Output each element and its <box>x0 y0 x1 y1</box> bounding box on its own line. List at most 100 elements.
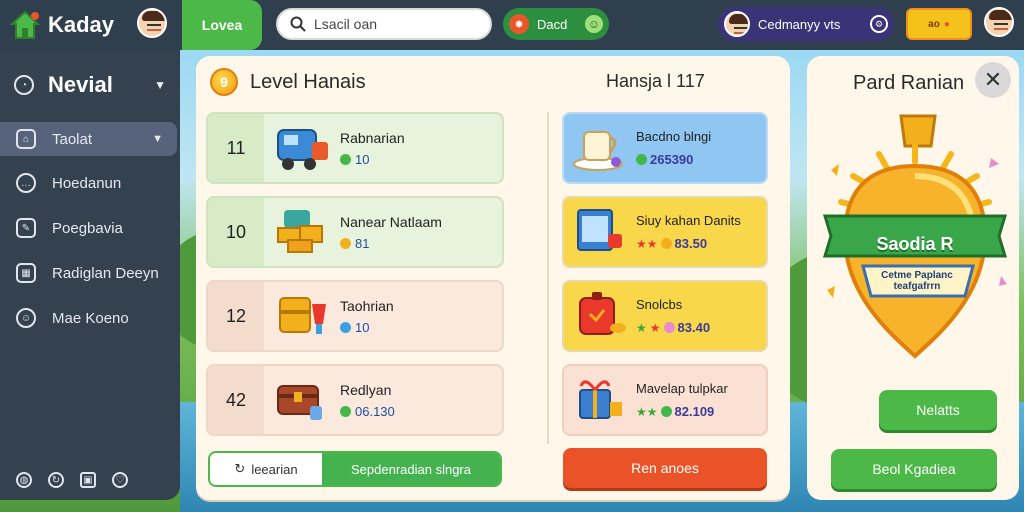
sidebar: ◔ Nevial ▼ ⌂ Taolat ▼ … Hoedanun ✎ Poegb… <box>0 50 180 500</box>
shop-title: Hansja l 117 <box>606 71 705 91</box>
shop-item[interactable]: Mavelap tulpkar ★★ 82.109 <box>562 364 768 436</box>
level-price: 81 <box>340 236 442 251</box>
level-row[interactable]: 10 Nanear Natlaam 81 <box>206 196 504 268</box>
edit-icon: ✎ <box>16 218 36 238</box>
gem-icon <box>340 153 351 165</box>
sidebar-title: Nevial <box>48 72 113 97</box>
sidebar-item-label: Hoedanun <box>52 174 122 192</box>
refresh-icon[interactable]: ↻ <box>48 472 64 488</box>
user-menu[interactable]: Cedmanyy vts ⚙ <box>718 7 894 41</box>
divider <box>547 112 549 444</box>
toggle-option-left[interactable]: ↻ leearian <box>210 453 322 485</box>
star-icon: ★★ <box>636 236 658 251</box>
brand[interactable]: Kaday <box>0 0 180 50</box>
panel-title: Level Hanais <box>250 70 366 93</box>
sidebar-item-poegbavia[interactable]: ✎ Poegbavia <box>0 211 178 245</box>
level-name: Redlyan <box>340 381 392 398</box>
level-price: 10 <box>340 152 405 167</box>
flame-icon: ✸ <box>509 14 529 34</box>
gem-icon <box>636 154 647 165</box>
status-pill-label: Dacd <box>537 16 568 32</box>
gem-icon <box>340 405 351 417</box>
heart-icon[interactable]: ♡ <box>112 472 128 488</box>
clock-icon: ◔ <box>14 75 34 95</box>
gem-icon <box>340 237 351 249</box>
sidebar-item-mae-koeno[interactable]: ☺ Mae Koeno <box>0 301 178 335</box>
shop-item[interactable]: Siuy kahan Danits ★★ 83.50 <box>562 196 768 268</box>
people-icon: ☺ <box>16 308 36 328</box>
reward-primary-button[interactable]: Nelatts <box>879 390 997 430</box>
level-row[interactable]: 42 Redlyan 06.130 <box>206 364 504 436</box>
globe-icon[interactable]: ◍ <box>16 472 32 488</box>
backpack-icon <box>572 288 630 344</box>
sidebar-item-label: Radiglan Deeyn <box>52 264 159 282</box>
truck-icon <box>272 120 334 176</box>
level-number: 42 <box>208 366 264 434</box>
sidebar-item-taolat[interactable]: ⌂ Taolat ▼ <box>0 122 177 156</box>
level-panel: 9 Level Hanais Hansja l 117 11 Rabnarian… <box>196 56 790 500</box>
treasure-icon <box>272 288 334 344</box>
sidebar-item-radiglan[interactable]: ▦ Radiglan Deeyn <box>0 256 178 290</box>
level-name: Rabnarian <box>340 129 405 146</box>
search-input[interactable]: Lsacil oan <box>276 8 492 40</box>
chest-icon <box>272 372 334 428</box>
user-avatar <box>724 11 750 37</box>
user-name: Cedmanyy vts <box>758 16 841 32</box>
gem-icon <box>660 406 672 417</box>
shop-item-price: ★★ 83.50 <box>636 236 708 251</box>
level-row[interactable]: 11 Rabnarian 10 <box>206 112 504 184</box>
reward-panel: Pard Ranian ✕ Saodia R Cetme Paplanc tea… <box>807 56 1019 500</box>
reward-title: Pard Ranian <box>853 72 965 94</box>
coffee-cup-icon <box>572 120 630 176</box>
sidebar-footer: ◍ ↻ ▣ ♡ <box>16 472 128 488</box>
gem-icon <box>663 322 675 333</box>
sidebar-item-label: Mae Koeno <box>52 309 129 327</box>
search-icon <box>290 16 306 32</box>
settings-icon[interactable]: ⚙ <box>870 15 888 33</box>
star-icon: ★ <box>636 320 647 335</box>
shop-item-price: ★★ 82.109 <box>636 404 715 419</box>
view-toggle: ↻ leearian Sepdenradian slngra <box>208 451 502 487</box>
shop-item-name: Bacdno blngi <box>636 129 712 144</box>
shop-item-name: Mavelap tulpkar <box>636 381 728 396</box>
search-placeholder: Lsacil oan <box>314 16 378 32</box>
shop-item-name: Siuy kahan Danits <box>636 213 741 228</box>
home-icon: ⌂ <box>16 129 36 149</box>
badge-title: Saodia R <box>876 234 954 254</box>
level-name: Taohrian <box>340 297 394 314</box>
shop-item[interactable]: Snolcbs ★ ★ 83.40 <box>562 280 768 352</box>
coin-badge[interactable]: ao ● <box>906 8 972 40</box>
panel-header: 9 Level Hanais <box>210 68 366 96</box>
level-name: Nanear Natlaam <box>340 213 442 230</box>
refresh-icon: ↻ <box>234 461 246 476</box>
chat-icon: … <box>16 173 36 193</box>
tab-lovea[interactable]: Lovea <box>182 0 262 50</box>
level-price: 06.130 <box>340 404 395 419</box>
profile-avatar[interactable] <box>984 7 1014 37</box>
coin-label: ao <box>928 18 940 30</box>
level-row[interactable]: 12 Taohrian 10 <box>206 280 504 352</box>
gift-box-icon <box>572 372 630 428</box>
shop-item-price: ★ ★ 83.40 <box>636 320 711 335</box>
badge-subtitle: Cetme Paplanc teafgafrrn <box>881 270 953 292</box>
smile-icon: ☺ <box>585 15 603 33</box>
tablet-icon <box>572 204 630 260</box>
gift-icon[interactable]: ▣ <box>80 472 96 488</box>
gold-stack-icon <box>272 204 334 260</box>
status-pill[interactable]: ✸ Dacd ☺ <box>503 8 609 40</box>
sidebar-item-label: Taolat <box>52 130 93 148</box>
gem-icon <box>340 321 351 333</box>
star-icon: ★ <box>649 320 661 335</box>
star-icon: ★★ <box>636 404 658 419</box>
sidebar-item-hoedanun[interactable]: … Hoedanun <box>0 166 178 200</box>
orange-action-button[interactable]: Ren anoes <box>563 448 767 488</box>
shop-item[interactable]: Bacdno blngi 265390 <box>562 112 768 184</box>
close-icon[interactable]: ✕ <box>975 62 1011 98</box>
reward-secondary-button[interactable]: Beol Kgadiea <box>831 449 997 489</box>
toggle-option-right[interactable]: Sepdenradian slngra <box>322 453 500 485</box>
grid-icon: ▦ <box>16 263 36 283</box>
sidebar-item-label: Poegbavia <box>52 219 123 237</box>
avatar[interactable] <box>137 8 167 38</box>
sidebar-header[interactable]: ◔ Nevial ▼ <box>14 70 166 100</box>
shop-item-price: 265390 <box>636 152 711 167</box>
